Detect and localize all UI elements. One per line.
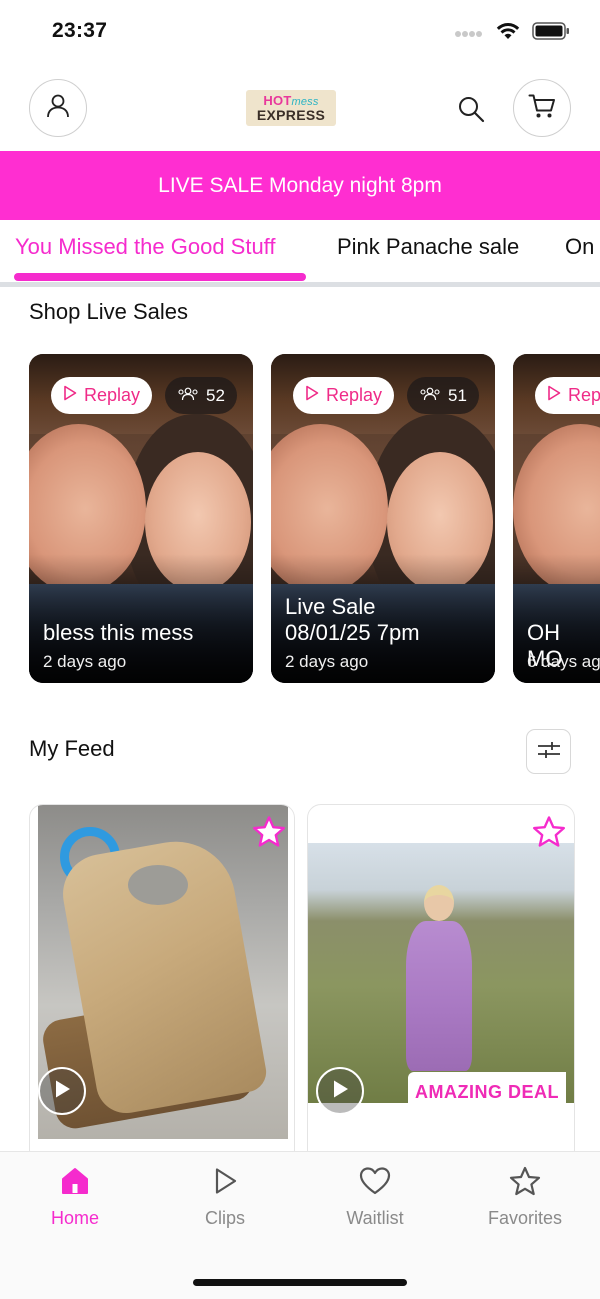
tab-you-missed-the-good-stuff[interactable]: You Missed the Good Stuff xyxy=(15,234,276,260)
favorite-button[interactable] xyxy=(532,815,566,849)
tabs-divider xyxy=(0,282,600,287)
viewer-count: 52 xyxy=(206,385,225,405)
play-video-button[interactable] xyxy=(316,1067,364,1115)
user-icon xyxy=(45,93,71,123)
play-outline-icon xyxy=(547,385,561,406)
tab-pink-panache-sale[interactable]: Pink Panache sale xyxy=(337,234,519,260)
viewer-count: 51 xyxy=(448,385,467,405)
play-outline-icon xyxy=(305,385,319,406)
feed-product-card[interactable] xyxy=(29,804,295,1164)
status-time: 23:37 xyxy=(52,19,108,42)
category-tabs: You Missed the Good Stuff Pink Panache s… xyxy=(0,220,600,286)
logo-text-express: EXPRESS xyxy=(256,107,326,123)
play-video-button[interactable] xyxy=(38,1067,86,1115)
image-detail xyxy=(128,865,188,905)
feed-filter-button[interactable] xyxy=(526,729,571,774)
home-indicator[interactable] xyxy=(193,1279,407,1286)
play-icon xyxy=(331,1079,349,1103)
live-sale-card[interactable]: Replay 51 Live Sale 08/01/25 7pm 2 days … xyxy=(271,354,495,683)
image-detail xyxy=(406,921,472,1071)
home-icon xyxy=(60,1166,90,1200)
live-sale-title: Live Sale 08/01/25 7pm xyxy=(285,594,420,645)
star-icon xyxy=(252,816,286,853)
nav-item-home[interactable]: Home xyxy=(20,1166,130,1229)
app-header: HOTmess EXPRESS xyxy=(0,66,600,151)
live-sale-card[interactable]: Rep OH MO 6 days ag xyxy=(513,354,600,683)
replay-label: Replay xyxy=(326,385,383,405)
cart-button[interactable] xyxy=(513,79,571,137)
profile-button[interactable] xyxy=(29,79,87,137)
live-sale-title: bless this mess xyxy=(43,620,194,645)
play-icon xyxy=(53,1079,71,1103)
search-icon xyxy=(456,97,486,128)
sliders-icon xyxy=(537,739,561,765)
nav-item-clips[interactable]: Clips xyxy=(170,1166,280,1229)
search-button[interactable] xyxy=(456,94,486,124)
nav-item-favorites[interactable]: Favorites xyxy=(470,1166,580,1229)
heart-icon xyxy=(359,1166,391,1200)
replay-label: Rep xyxy=(568,385,600,405)
bottom-navigation: Home Clips Waitlist Favorites xyxy=(0,1151,600,1299)
live-sale-card[interactable]: Replay 52 bless this mess 2 days ago xyxy=(29,354,253,683)
star-icon xyxy=(509,1166,541,1200)
image-detail xyxy=(400,883,478,1083)
feed-product-card[interactable]: AMAZING DEAL xyxy=(307,804,575,1164)
replay-label: Replay xyxy=(84,385,141,405)
nav-label-clips: Clips xyxy=(204,1208,245,1228)
star-icon xyxy=(532,816,566,853)
banner-text: LIVE SALE Monday night 8pm xyxy=(158,173,442,197)
shop-live-sales-heading: Shop Live Sales xyxy=(29,299,188,324)
wifi-icon xyxy=(496,22,520,44)
play-icon xyxy=(210,1166,240,1200)
viewers-icon xyxy=(177,386,199,406)
live-sale-time: 2 days ago xyxy=(43,652,127,671)
tab-on[interactable]: On xyxy=(565,234,594,260)
my-feed-heading: My Feed xyxy=(29,736,115,761)
active-tab-indicator xyxy=(14,273,306,281)
play-outline-icon xyxy=(63,385,77,406)
viewers-icon xyxy=(419,386,441,406)
favorite-button[interactable] xyxy=(252,815,286,849)
status-bar: 23:37 xyxy=(0,0,600,66)
nav-item-waitlist[interactable]: Waitlist xyxy=(320,1166,430,1229)
cart-icon xyxy=(528,93,556,123)
replay-button[interactable]: Rep xyxy=(535,377,600,414)
deal-badge-text: AMAZING DEAL xyxy=(415,1081,559,1102)
viewer-count-badge: 52 xyxy=(165,377,237,414)
logo-text-hot: HOT xyxy=(263,93,292,108)
image-detail xyxy=(424,885,454,921)
status-icons xyxy=(454,22,570,44)
product-image xyxy=(308,843,574,1103)
viewer-count-badge: 51 xyxy=(407,377,479,414)
live-sale-time: 6 days ag xyxy=(527,652,600,671)
app-logo: HOTmess EXPRESS xyxy=(246,90,336,126)
nav-label-home: Home xyxy=(50,1208,99,1228)
battery-icon xyxy=(532,22,570,44)
replay-button[interactable]: Replay xyxy=(293,377,395,414)
replay-button[interactable]: Replay xyxy=(51,377,153,414)
cellular-signal-icon xyxy=(454,24,484,43)
live-sale-banner[interactable]: LIVE SALE Monday night 8pm xyxy=(0,151,600,220)
nav-label-favorites: Favorites xyxy=(487,1208,563,1228)
live-sale-time: 2 days ago xyxy=(285,652,369,671)
amazing-deal-badge: AMAZING DEAL xyxy=(408,1072,566,1112)
nav-label-waitlist: Waitlist xyxy=(346,1208,404,1228)
